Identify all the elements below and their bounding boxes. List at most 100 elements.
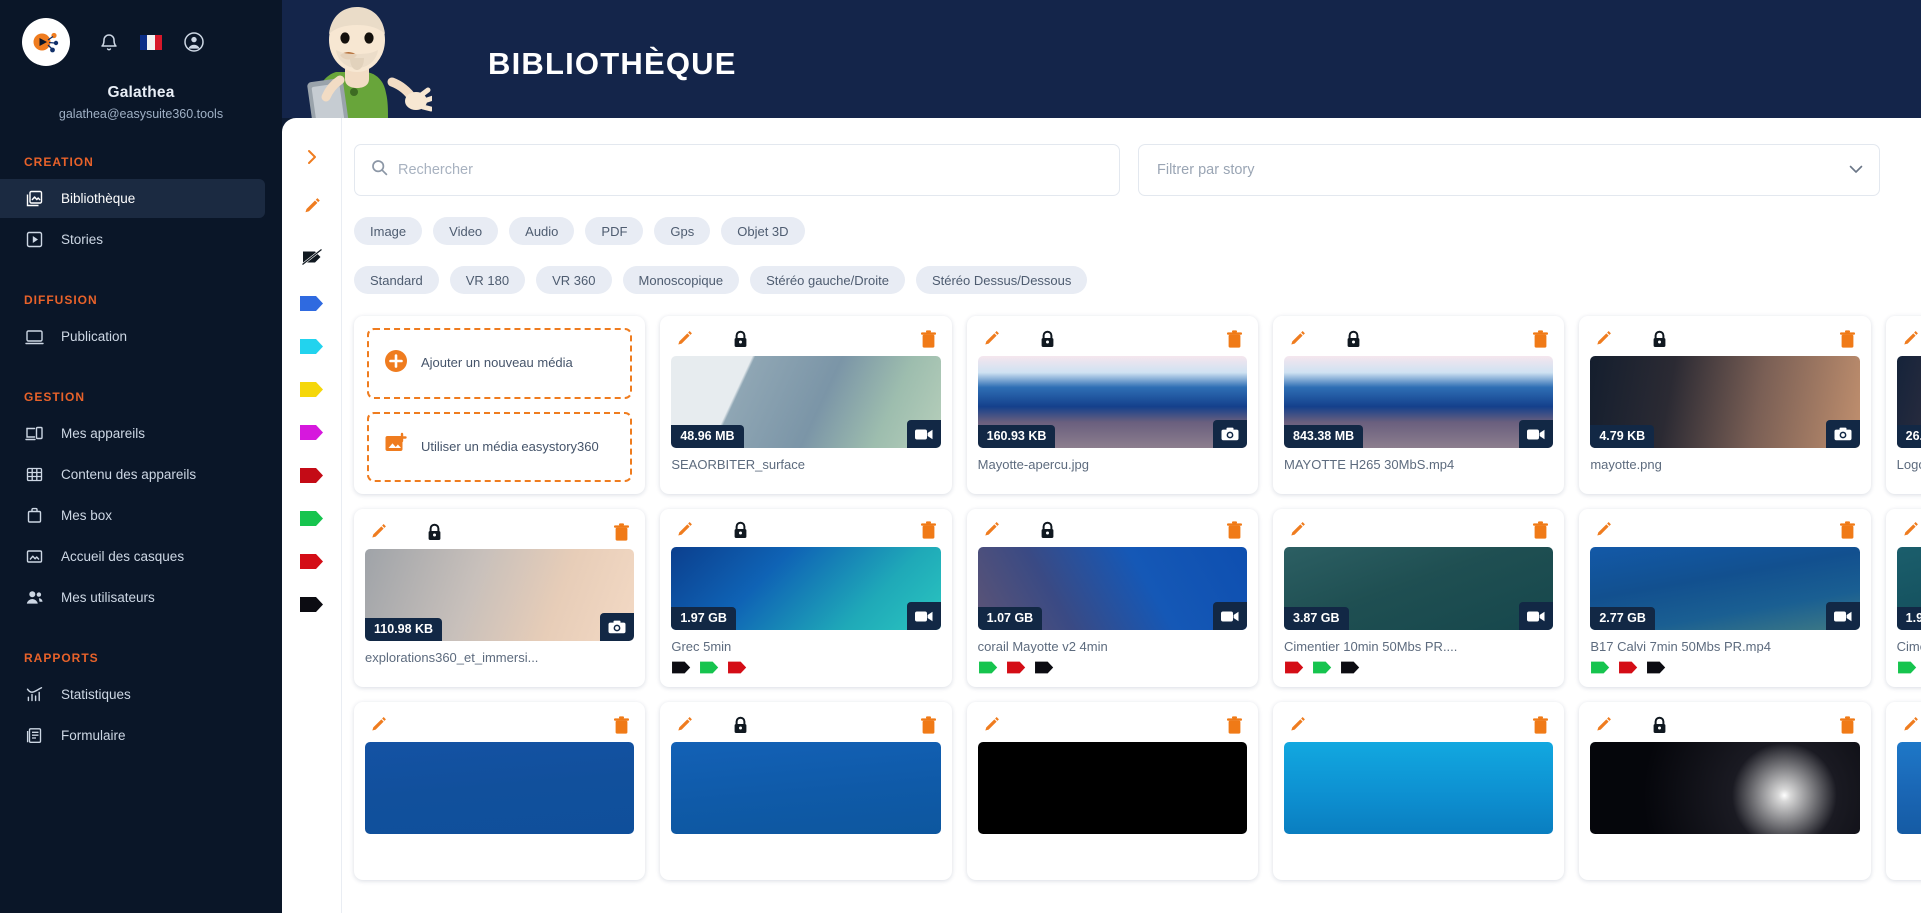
sidebar-item-mes-box[interactable]: Mes box: [0, 496, 265, 535]
media-thumbnail[interactable]: 48.96 MB: [671, 356, 941, 448]
media-card[interactable]: 1.07 GB corail Mayotte v2 4min: [966, 509, 1258, 687]
pencil-icon[interactable]: [982, 330, 1001, 349]
tag-color-3[interactable]: [299, 423, 325, 442]
media-card[interactable]: 3.87 GB Cimentier 10min 50Mbs PR....: [1273, 509, 1565, 687]
media-thumbnail[interactable]: [977, 742, 1247, 834]
media-tag[interactable]: [699, 660, 720, 675]
chevron-right-icon[interactable]: [299, 144, 325, 170]
chip-stereo-dessus-dessous[interactable]: Stéréo Dessus/Dessous: [915, 266, 1088, 294]
media-card[interactable]: 843.38 MB MAYOTTE H265 30MbS.mp4: [1273, 316, 1565, 494]
trash-icon[interactable]: [1532, 329, 1549, 349]
chip-pdf[interactable]: PDF: [585, 217, 644, 245]
trash-icon[interactable]: [1839, 329, 1856, 349]
lock-icon[interactable]: [1651, 716, 1668, 735]
media-thumbnail[interactable]: [1284, 742, 1554, 834]
use-easystory-media-button[interactable]: Utiliser un média easystory360: [367, 411, 633, 482]
pencil-icon[interactable]: [982, 716, 1001, 735]
chip-image[interactable]: Image: [354, 217, 423, 245]
story-filter-select[interactable]: Filtrer par story: [1138, 144, 1880, 196]
media-card[interactable]: [1885, 702, 1921, 880]
media-thumbnail[interactable]: 160.93 KB: [977, 356, 1247, 448]
media-thumbnail[interactable]: 2.77 GB: [1590, 546, 1860, 631]
chip-monoscopique[interactable]: Monoscopique: [622, 266, 740, 294]
media-card[interactable]: [966, 702, 1258, 880]
chip-standard[interactable]: Standard: [354, 266, 439, 294]
add-new-media-button[interactable]: Ajouter un nouveau média: [367, 328, 633, 399]
lock-icon[interactable]: [1345, 330, 1362, 349]
pencil-icon[interactable]: [1288, 330, 1307, 349]
search-input[interactable]: [398, 162, 1103, 178]
media-card[interactable]: 4.79 KB mayotte.png: [1579, 316, 1871, 494]
media-thumbnail[interactable]: [1590, 742, 1860, 834]
lock-icon[interactable]: [1651, 330, 1668, 349]
media-card[interactable]: [660, 702, 952, 880]
media-thumbnail[interactable]: 1.07 GB: [977, 546, 1247, 631]
media-card[interactable]: [1579, 702, 1871, 880]
media-card[interactable]: 1.97 GB Grec 5min: [660, 509, 952, 687]
sidebar-item-publication[interactable]: Publication: [0, 317, 265, 356]
media-card[interactable]: [354, 702, 646, 880]
sidebar-item-formulaire[interactable]: Formulaire: [0, 716, 265, 755]
lock-icon[interactable]: [732, 330, 749, 349]
media-tag[interactable]: [1646, 660, 1667, 675]
trash-icon[interactable]: [1839, 521, 1856, 540]
media-tag[interactable]: [1897, 660, 1918, 675]
media-thumbnail[interactable]: [671, 742, 941, 834]
media-thumbnail[interactable]: 110.98 KB: [365, 549, 635, 641]
tag-color-2[interactable]: [299, 380, 325, 399]
media-tag[interactable]: [671, 660, 692, 675]
pencil-icon[interactable]: [1594, 521, 1613, 540]
tag-color-1[interactable]: [299, 337, 325, 356]
lock-icon[interactable]: [426, 523, 443, 542]
sidebar-item-contenu-des-appareils[interactable]: Contenu des appareils: [0, 455, 265, 494]
flag-fr-icon[interactable]: [140, 34, 162, 50]
pencil-icon[interactable]: [1901, 716, 1920, 735]
app-logo[interactable]: [22, 18, 70, 66]
lock-icon[interactable]: [1039, 521, 1056, 540]
pencil-icon[interactable]: [1901, 330, 1920, 349]
chip-audio[interactable]: Audio: [509, 217, 575, 245]
pencil-icon[interactable]: [369, 523, 388, 542]
tag-color-4[interactable]: [299, 466, 325, 485]
trash-icon[interactable]: [920, 521, 937, 540]
pencil-icon[interactable]: [299, 194, 325, 220]
media-thumbnail[interactable]: 843.38 MB: [1284, 356, 1554, 448]
media-thumbnail[interactable]: 1.99 GB: [1896, 546, 1921, 631]
trash-icon[interactable]: [920, 715, 937, 735]
chip-stereo-gauche-droite[interactable]: Stéréo gauche/Droite: [750, 266, 905, 294]
sidebar-item-mes-utilisateurs[interactable]: Mes utilisateurs: [0, 578, 265, 617]
trash-icon[interactable]: [1839, 715, 1856, 735]
media-thumbnail[interactable]: 4.79 KB: [1590, 356, 1860, 448]
trash-icon[interactable]: [1226, 715, 1243, 735]
trash-icon[interactable]: [1226, 329, 1243, 349]
trash-icon[interactable]: [1532, 521, 1549, 540]
pencil-icon[interactable]: [1594, 330, 1613, 349]
media-card[interactable]: 48.96 MB SEAORBITER_surface: [660, 316, 952, 494]
media-tag[interactable]: [1618, 660, 1639, 675]
trash-icon[interactable]: [613, 715, 630, 735]
chip-video[interactable]: Video: [433, 217, 499, 245]
media-card[interactable]: [1273, 702, 1565, 880]
pencil-icon[interactable]: [982, 521, 1001, 540]
media-thumbnail[interactable]: [365, 742, 635, 834]
media-card[interactable]: 110.98 KB explorations360_et_immersi...: [354, 509, 646, 687]
trash-icon[interactable]: [613, 522, 630, 542]
media-card[interactable]: 26.56 KB Logo TURTLE PROD 2020-2....: [1885, 316, 1921, 494]
search-field[interactable]: [354, 144, 1120, 196]
media-tag[interactable]: [1034, 660, 1055, 675]
media-card[interactable]: 1.99 GB Cimentier 5min 50Mbs PR.m...: [1885, 509, 1921, 687]
pencil-icon[interactable]: [675, 716, 694, 735]
media-thumbnail[interactable]: 3.87 GB: [1284, 546, 1554, 631]
tag-off-icon[interactable]: [299, 244, 325, 270]
media-tag[interactable]: [1006, 660, 1027, 675]
media-tag[interactable]: [1284, 660, 1305, 675]
lock-icon[interactable]: [1039, 330, 1056, 349]
media-card[interactable]: 2.77 GB B17 Calvi 7min 50Mbs PR.mp4: [1579, 509, 1871, 687]
sidebar-item-stories[interactable]: Stories: [0, 220, 265, 259]
sidebar-item-mes-appareils[interactable]: Mes appareils: [0, 414, 265, 453]
sidebar-item-statistiques[interactable]: Statistiques: [0, 675, 265, 714]
media-tag[interactable]: [1590, 660, 1611, 675]
media-tag[interactable]: [978, 660, 999, 675]
pencil-icon[interactable]: [1288, 716, 1307, 735]
lock-icon[interactable]: [732, 716, 749, 735]
